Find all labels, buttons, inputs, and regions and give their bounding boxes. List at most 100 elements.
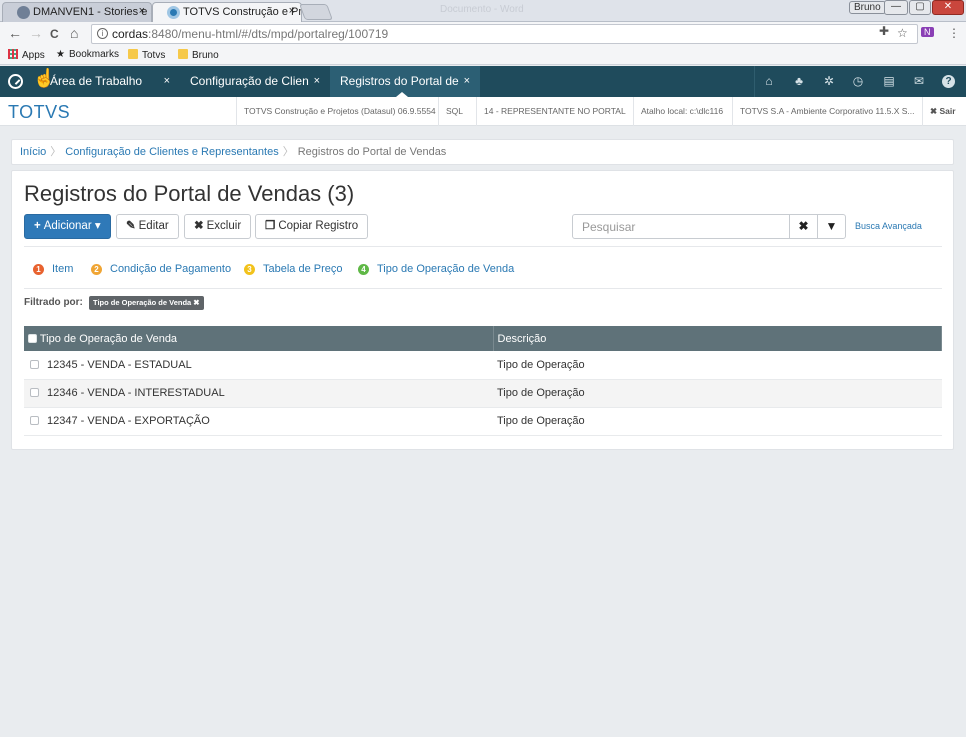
breadcrumb-home-link[interactable]: Início bbox=[20, 146, 46, 158]
bookmark-apps[interactable]: Apps bbox=[8, 49, 45, 61]
filter-icon[interactable]: ▼ bbox=[817, 214, 846, 239]
settings-icon[interactable]: ✲ bbox=[821, 73, 837, 89]
document-icon[interactable]: ▤ bbox=[881, 73, 897, 89]
tab-close-icon[interactable]: × bbox=[289, 5, 295, 17]
browser-tab-2[interactable]: TOTVS Construção e Proj × bbox=[152, 2, 302, 22]
extension-icon[interactable]: ✚ bbox=[879, 24, 889, 38]
category-tab-tipo-operacao[interactable]: 4 Tipo de Operação de Venda bbox=[358, 263, 514, 275]
breadcrumb: Início 〉 Configuração de Clientes e Repres… bbox=[11, 139, 954, 165]
dashboard-icon[interactable]: ◷ bbox=[850, 73, 866, 89]
mouse-pointer-icon: ☝ bbox=[33, 68, 56, 88]
delete-button[interactable]: ✖ Excluir bbox=[184, 214, 252, 239]
edit-button[interactable]: ✎ Editar bbox=[116, 214, 179, 239]
app-top-nav: Área de Trabalho × Configuração de Clien… bbox=[0, 66, 966, 97]
folder-icon bbox=[178, 49, 188, 59]
plus-icon: + bbox=[34, 220, 41, 232]
mail-icon[interactable]: ✉ bbox=[911, 73, 927, 89]
row-checkbox[interactable] bbox=[30, 359, 39, 369]
category-tab-item[interactable]: 1 Item bbox=[33, 263, 73, 275]
totvs-logo: TOTVS bbox=[8, 102, 71, 122]
category-tab-condicao-pagamento[interactable]: 2 Condição de Pagamento bbox=[91, 263, 231, 275]
search-input[interactable] bbox=[572, 214, 790, 239]
status-company[interactable]: TOTVS Construção e Projetos (Datasul) 06… bbox=[236, 97, 438, 126]
window-title: Documento - Word bbox=[440, 4, 524, 15]
url-field[interactable]: i cordas:8480/menu-html/#/dts/mpd/portal… bbox=[91, 24, 918, 44]
status-local-shortcut: Atalho local: c:\dlc116 bbox=[633, 97, 732, 126]
bookmark-label: Apps bbox=[22, 50, 45, 61]
edit-button-label: Editar bbox=[138, 220, 169, 232]
onenote-icon[interactable]: N bbox=[921, 27, 934, 37]
maximize-button[interactable]: ▢ bbox=[909, 0, 931, 15]
app-tab-registros[interactable]: Registros do Portal de × bbox=[330, 66, 480, 97]
bookmark-bookmarks[interactable]: ★ Bookmarks bbox=[56, 49, 119, 60]
badge-count: 1 bbox=[33, 264, 44, 275]
profile-button[interactable]: Bruno bbox=[849, 1, 886, 14]
new-tab-button[interactable] bbox=[299, 4, 333, 20]
reload-icon[interactable]: C bbox=[50, 27, 59, 41]
pencil-icon: ✎ bbox=[126, 220, 136, 232]
advanced-search-link[interactable]: Busca Avançada bbox=[855, 221, 922, 231]
browser-menu-icon[interactable]: ⋮ bbox=[948, 26, 960, 40]
records-table: Tipo de Operação de Venda Descrição 1234… bbox=[24, 326, 942, 436]
browser-tabstrip: DMANVEN1 - Stories e S × TOTVS Construçã… bbox=[0, 0, 966, 22]
app-tab-configuracao[interactable]: Configuração de Clien × bbox=[180, 66, 330, 97]
breadcrumb-config-link[interactable]: Configuração de Clientes e Representante… bbox=[65, 146, 278, 158]
close-window-button[interactable]: ✕ bbox=[932, 0, 964, 15]
status-environment[interactable]: TOTVS S.A - Ambiente Corporativo 11.5.X … bbox=[732, 97, 922, 126]
category-tab-label: Tabela de Preço bbox=[263, 263, 343, 275]
badge-count: 2 bbox=[91, 264, 102, 275]
browser-tab-1[interactable]: DMANVEN1 - Stories e S × bbox=[2, 2, 152, 22]
breadcrumb-separator: 〉 bbox=[282, 146, 294, 158]
home-icon[interactable]: ⌂ bbox=[70, 25, 78, 41]
add-button[interactable]: + Adicionar ▾ bbox=[24, 214, 111, 239]
nav-divider bbox=[754, 66, 755, 97]
clear-search-button[interactable]: ✖ bbox=[789, 214, 818, 239]
app-tab-area-trabalho[interactable]: Área de Trabalho × bbox=[40, 66, 180, 97]
copy-record-button[interactable]: ❐ Copiar Registro bbox=[255, 214, 369, 239]
logout-button[interactable]: ✖ Sair bbox=[922, 97, 966, 126]
bookmarks-bar: Apps ★ Bookmarks Totvs Bruno bbox=[0, 46, 966, 65]
column-header-descricao[interactable]: Descrição bbox=[493, 326, 942, 351]
row-checkbox[interactable] bbox=[30, 416, 39, 425]
delete-button-label: Excluir bbox=[206, 220, 242, 232]
info-icon[interactable]: i bbox=[97, 28, 108, 39]
cell-text: 12347 - VENDA - EXPORTAÇÃO bbox=[47, 415, 210, 427]
bookmark-label: Bruno bbox=[192, 50, 219, 61]
table-row[interactable]: 12347 - VENDA - EXPORTAÇÃO Tipo de Opera… bbox=[24, 407, 942, 436]
page-title: Registros do Portal de Vendas (3) bbox=[24, 181, 355, 206]
table-cell: 12346 - VENDA - INTERESTADUAL bbox=[24, 379, 493, 408]
select-all-checkbox[interactable] bbox=[28, 333, 37, 343]
table-cell: Tipo de Operação bbox=[493, 351, 942, 380]
app-tab-label: Área de Trabalho bbox=[50, 74, 143, 88]
tab-close-icon[interactable]: × bbox=[139, 5, 145, 17]
x-icon: ✖ bbox=[194, 220, 204, 232]
main-panel: Registros do Portal de Vendas (3) + Adici… bbox=[11, 170, 954, 450]
tab-favicon-icon bbox=[17, 6, 30, 19]
help-icon[interactable]: ? bbox=[942, 75, 955, 88]
bookmark-label: Totvs bbox=[142, 50, 166, 61]
bookmark-star-icon[interactable]: ☆ bbox=[897, 26, 908, 40]
forward-icon[interactable]: → bbox=[29, 25, 43, 41]
divider bbox=[24, 246, 942, 247]
folder-icon bbox=[128, 49, 138, 59]
category-tab-tabela-preco[interactable]: 3 Tabela de Preço bbox=[244, 263, 343, 275]
url-host: cordas bbox=[112, 27, 149, 41]
home-icon[interactable]: ⌂ bbox=[761, 73, 777, 89]
category-tab-label: Condição de Pagamento bbox=[110, 263, 232, 275]
close-icon[interactable]: × bbox=[464, 66, 470, 97]
column-header-tipo-operacao[interactable]: Tipo de Operação de Venda bbox=[24, 326, 494, 351]
bookmark-bruno[interactable]: Bruno bbox=[178, 49, 219, 61]
filter-chip[interactable]: Tipo de Operação de Venda ✖ bbox=[89, 296, 204, 310]
sitemap-icon[interactable]: ♣ bbox=[791, 73, 807, 89]
minimize-button[interactable]: — bbox=[884, 0, 908, 15]
close-icon[interactable]: × bbox=[164, 66, 170, 97]
close-icon[interactable]: × bbox=[314, 66, 320, 97]
bookmark-totvs[interactable]: Totvs bbox=[128, 49, 165, 61]
status-user-group[interactable]: 14 - REPRESENTANTE NO PORTAL bbox=[476, 97, 633, 126]
table-row[interactable]: 12346 - VENDA - INTERESTADUAL Tipo de Op… bbox=[24, 379, 942, 408]
menu-toggle-icon[interactable] bbox=[8, 74, 23, 89]
category-tab-label: Tipo de Operação de Venda bbox=[377, 263, 515, 275]
back-icon[interactable]: ← bbox=[8, 25, 22, 41]
row-checkbox[interactable] bbox=[30, 388, 39, 397]
table-row[interactable]: 12345 - VENDA - ESTADUAL Tipo de Operaçã… bbox=[24, 351, 942, 380]
